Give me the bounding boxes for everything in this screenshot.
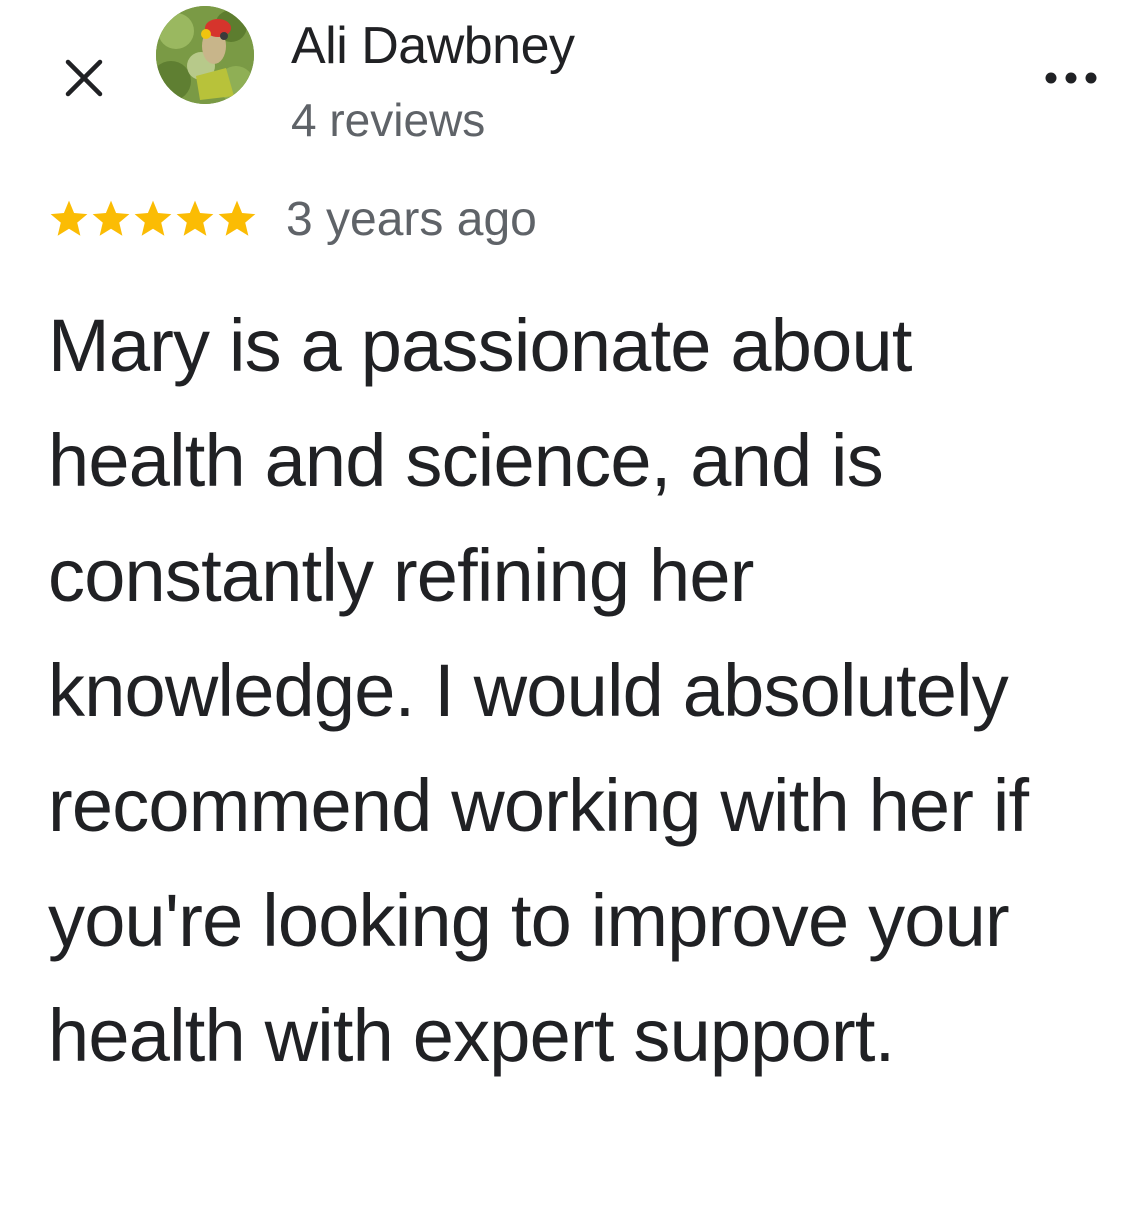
close-icon — [65, 59, 103, 97]
star-icon — [176, 200, 214, 236]
star-icon — [134, 200, 172, 236]
star-icon — [50, 200, 88, 236]
star-rating — [48, 198, 258, 240]
star-icon — [218, 200, 256, 236]
author-reviews-count: 4 reviews — [291, 94, 486, 146]
profile-photo — [156, 6, 254, 104]
author-name[interactable]: Ali Dawbney — [291, 14, 575, 78]
avatar[interactable] — [156, 6, 254, 104]
more-horizontal-icon — [1045, 72, 1097, 84]
close-button[interactable] — [56, 50, 112, 106]
review-text: Mary is a passionate about health and sc… — [48, 304, 1029, 1077]
star-icon — [92, 200, 130, 236]
review-time: 3 years ago — [286, 193, 537, 246]
more-options-button[interactable] — [1036, 58, 1106, 98]
